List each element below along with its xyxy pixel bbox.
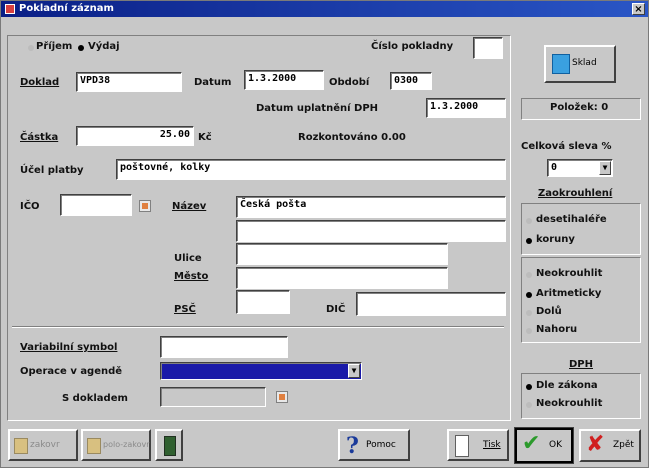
tisk-button[interactable]: Tisk (447, 429, 509, 461)
window-title: Pokladní záznam (19, 3, 114, 14)
polozakovr-icon (87, 438, 101, 454)
sleva-chevron-icon[interactable]: ▼ (599, 161, 611, 175)
radio-dph-neokrouhlit[interactable] (526, 402, 532, 408)
tisk-label: Tisk (483, 440, 501, 450)
doklad-label: Doklad (20, 77, 60, 88)
variabilni-field[interactable] (160, 336, 288, 358)
polozek-box: Položek: 0 (521, 98, 641, 120)
datum-label: Datum (194, 77, 232, 88)
sleva-select[interactable]: 0 ▼ (547, 159, 613, 177)
print-icon (455, 435, 469, 457)
radio-vydej[interactable] (78, 45, 84, 51)
datum-dph-label: Datum uplatnění DPH (256, 103, 379, 114)
ico-field[interactable] (60, 194, 132, 216)
nazev-field-2[interactable] (236, 220, 506, 242)
dic-label: DIČ (326, 304, 346, 315)
sklad-label: Sklad (572, 58, 597, 68)
desetihalere-label: desetihaléře (536, 214, 607, 225)
ucel-label: Účel platby (20, 165, 84, 176)
polozek-text: Položek: 0 (550, 102, 609, 113)
cancel-x-icon: ✘ (586, 432, 605, 457)
tool-icon (164, 436, 176, 456)
operace-select[interactable]: ▼ (160, 362, 362, 380)
s-dokladem-lookup-icon[interactable] (276, 391, 288, 403)
zaokrouhleni-box-1: desetihaléře koruny (521, 203, 641, 255)
cislo-pokladny-label: Číslo pokladny (371, 41, 454, 52)
help-icon: ? (346, 433, 359, 459)
dle-zakona-label: Dle zákona (536, 380, 598, 391)
dph-box: Dle zákona Neokrouhlit (521, 373, 641, 419)
tool-button[interactable] (155, 429, 183, 461)
ok-label: OK (549, 440, 562, 450)
dic-field[interactable] (356, 292, 506, 316)
pomoc-label: Pomoc (366, 440, 396, 450)
prijem-label: Příjem (36, 41, 73, 52)
operace-label: Operace v agendě (20, 366, 123, 377)
aritmeticky-label: Aritmeticky (536, 288, 602, 299)
zpet-button[interactable]: ✘ Zpět (579, 429, 641, 462)
radio-nahoru[interactable] (526, 328, 532, 334)
currency-label: Kč (198, 132, 212, 143)
obdobi-field[interactable]: 0300 (390, 72, 432, 90)
zaokrouhleni-box-2: Neokrouhlit Aritmeticky Dolů Nahoru (521, 257, 641, 343)
dph-label: DPH (569, 359, 593, 370)
zakovr-button[interactable]: zakovr (8, 429, 78, 461)
vydej-label: Výdaj (88, 41, 120, 52)
polozakovr-label: polo-zakovr (103, 440, 150, 449)
polozakovr-button[interactable]: polo-zakovr (81, 429, 151, 461)
pomoc-button[interactable]: ? Pomoc (338, 429, 410, 461)
warehouse-icon (552, 54, 570, 74)
nazev-field-1[interactable]: Česká pošta (236, 196, 506, 218)
main-panel: Příjem Výdaj Číslo pokladny Doklad VPD38… (7, 35, 511, 421)
s-dokladem-field (160, 387, 266, 407)
app-icon (5, 4, 15, 14)
doklad-field[interactable]: VPD38 (76, 72, 182, 92)
mesto-field[interactable] (236, 267, 448, 289)
cislo-pokladny-field[interactable] (473, 37, 503, 59)
dialog-window: Pokladní záznam × Příjem Výdaj Číslo pok… (0, 0, 649, 468)
close-button[interactable]: × (632, 3, 645, 15)
zakovr-label: zakovr (30, 440, 60, 450)
radio-neokrouhlit[interactable] (526, 272, 532, 278)
dolu-label: Dolů (536, 306, 562, 317)
ulice-field[interactable] (236, 243, 448, 265)
rozkontovano-text: Rozkontováno 0.00 (298, 132, 406, 143)
s-dokladem-label: S dokladem (62, 393, 128, 404)
zaokrouhleni-label: Zaokrouhlení (538, 188, 613, 199)
neokrouhlit-label: Neokrouhlit (536, 268, 603, 279)
datum-field[interactable]: 1.3.2000 (244, 70, 324, 90)
ucel-field[interactable]: poštovné, kolky (116, 159, 506, 180)
radio-dolu[interactable] (526, 310, 532, 316)
psc-field[interactable] (236, 290, 290, 314)
castka-field[interactable]: 25.00 (76, 126, 194, 146)
radio-aritmeticky[interactable] (526, 292, 532, 298)
ulice-label: Ulice (174, 253, 202, 264)
radio-dle-zakona[interactable] (526, 384, 532, 390)
radio-prijem[interactable] (28, 45, 34, 51)
obdobi-label: Období (329, 77, 370, 88)
datum-dph-field[interactable]: 1.3.2000 (426, 98, 506, 118)
ico-label: IČO (20, 201, 40, 212)
title-bar: Pokladní záznam × (1, 1, 648, 17)
koruny-label: koruny (536, 234, 575, 245)
dph-neokrouhlit-label: Neokrouhlit (536, 398, 603, 409)
chevron-down-icon[interactable]: ▼ (348, 364, 360, 378)
sklad-button[interactable]: Sklad (544, 45, 616, 83)
nahoru-label: Nahoru (536, 324, 578, 335)
zpet-label: Zpět (613, 440, 634, 450)
check-icon: ✔ (522, 431, 541, 456)
mesto-label: Město (174, 271, 209, 282)
radio-desetihalere[interactable] (526, 218, 532, 224)
castka-label: Částka (20, 132, 59, 143)
psc-label: PSČ (174, 304, 196, 315)
ok-button[interactable]: ✔ OK (514, 427, 574, 464)
variabilni-label: Variabilní symbol (20, 342, 118, 353)
ico-lookup-icon[interactable] (139, 200, 151, 212)
zakovr-icon (14, 438, 28, 454)
nazev-label: Název (172, 201, 207, 212)
sleva-label: Celková sleva % (521, 141, 612, 152)
form-separator (12, 326, 504, 328)
radio-koruny[interactable] (526, 238, 532, 244)
